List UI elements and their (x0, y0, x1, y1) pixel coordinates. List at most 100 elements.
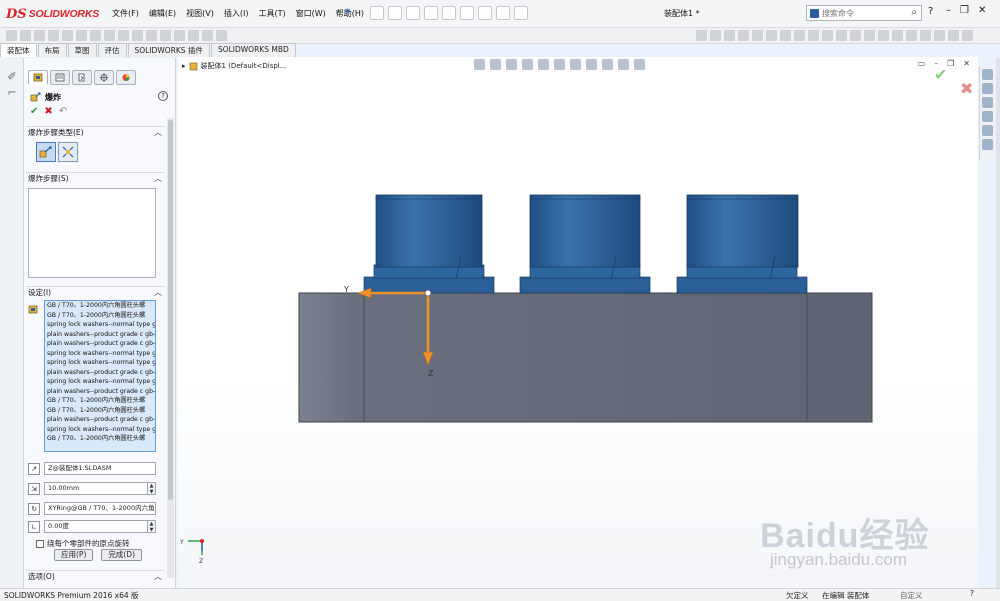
customize-icon[interactable] (962, 30, 973, 41)
explode-step-type-header[interactable]: 爆炸步骤类型(E) ︿ (26, 126, 164, 138)
pin-icon[interactable]: ✦ (344, 7, 352, 17)
collapse-caret-icon[interactable]: ︿ (154, 173, 162, 184)
list-item[interactable]: plain washers--product grade c gb- (45, 415, 155, 425)
explode-steps-list[interactable] (28, 188, 156, 278)
tab-dimxpert-manager[interactable] (94, 70, 114, 85)
property-manager-scrollbar[interactable] (167, 118, 174, 578)
assembly-features-icon[interactable] (104, 30, 115, 41)
bill-of-materials-icon[interactable] (146, 30, 157, 41)
close-icon[interactable]: ✕ (978, 5, 986, 16)
smart-fasteners-icon[interactable] (62, 30, 73, 41)
angle-stepper[interactable]: ▲ ▼ (148, 520, 156, 533)
rotate-view-icon[interactable] (836, 30, 847, 41)
linear-pattern-icon[interactable] (48, 30, 59, 41)
collapse-caret-icon[interactable]: ︿ (154, 571, 162, 582)
explode-distance-field[interactable]: 10.00mm (44, 482, 148, 495)
done-button[interactable]: 完成(D) (101, 549, 143, 561)
options-gear-icon[interactable] (514, 6, 528, 20)
cancel-button[interactable]: ✖ (44, 106, 52, 117)
right-scrollbar[interactable] (996, 58, 1000, 588)
clearance-icon[interactable] (920, 30, 931, 41)
section-view-icon[interactable] (780, 30, 791, 41)
tab-assembly[interactable]: 装配体 (0, 43, 37, 57)
settings-header[interactable]: 设定(I) ︿ (26, 286, 164, 298)
hole-alignment-icon[interactable] (934, 30, 945, 41)
mate-icon[interactable] (20, 30, 31, 41)
take-snapshot-icon[interactable] (202, 30, 213, 41)
apply-button[interactable]: 应用(P) (54, 549, 94, 561)
tab-configuration-manager[interactable] (72, 70, 92, 85)
zoom-to-fit-icon[interactable] (794, 30, 805, 41)
explode-direction-field[interactable]: Z@装配体1.SLDASM (44, 462, 156, 475)
new-document-icon[interactable] (370, 6, 384, 20)
selected-components-list[interactable]: GB / T70、1-2000内六角圆柱头螺 GB / T70、1-2000内六… (44, 300, 156, 452)
list-item[interactable]: spring lock washers--normal type g (45, 425, 155, 435)
insert-component-icon[interactable] (6, 30, 17, 41)
standard-views-icon[interactable] (864, 30, 875, 41)
tab-sketch[interactable]: 草图 (67, 43, 97, 57)
tab-solidworks-mbd[interactable]: SOLIDWORKS MBD (210, 43, 296, 57)
rebuild-icon[interactable] (478, 6, 492, 20)
list-item[interactable]: plain washers--product grade c gb- (45, 387, 155, 397)
status-help-icon[interactable]: ? (970, 589, 974, 598)
mass-properties-icon[interactable] (892, 30, 903, 41)
explode-steps-header[interactable]: 爆炸步骤(S) ︿ (26, 172, 164, 184)
options-header[interactable]: 选项(O) ︿ (26, 570, 164, 582)
hide-show-items-icon[interactable] (724, 30, 735, 41)
list-item[interactable]: GB / T70、1-2000内六角圆柱头螺 (45, 434, 155, 444)
new-motion-study-icon[interactable] (132, 30, 143, 41)
solidworks-resources-icon[interactable] (982, 69, 993, 80)
edit-appearance-icon[interactable] (738, 30, 749, 41)
pan-icon[interactable] (850, 30, 861, 41)
list-item[interactable]: GB / T70、1-2000内六角圆柱头螺 (45, 406, 155, 416)
base-block[interactable] (298, 292, 873, 423)
file-explorer-icon[interactable] (982, 97, 993, 108)
tab-property-manager[interactable] (50, 70, 70, 85)
view-palette-icon[interactable] (982, 111, 993, 122)
menu-file[interactable]: 文件(F) (112, 8, 139, 19)
menu-tools[interactable]: 工具(T) (258, 8, 285, 19)
exploded-view-icon[interactable] (160, 30, 171, 41)
apply-scene-icon[interactable] (752, 30, 763, 41)
regular-step-button[interactable] (36, 142, 56, 162)
tab-display-manager[interactable] (116, 70, 136, 85)
fastener-1[interactable] (363, 194, 495, 294)
zoom-area-icon[interactable] (808, 30, 819, 41)
list-item[interactable]: GB / T70、1-2000内六角圆柱头螺 (45, 396, 155, 406)
view-orientation-icon[interactable] (696, 30, 707, 41)
interference-detection-icon[interactable] (906, 30, 917, 41)
instant3d-icon[interactable] (174, 30, 185, 41)
open-icon[interactable] (388, 6, 402, 20)
app-logo[interactable]: DS SOLIDWORKS (6, 6, 99, 22)
move-component-icon[interactable] (76, 30, 87, 41)
scrollbar-thumb[interactable] (168, 120, 173, 500)
sensors-icon[interactable]: ⌐ (5, 86, 19, 100)
help-icon[interactable]: ? (158, 91, 168, 101)
status-custom-units[interactable]: 自定义 (900, 590, 923, 601)
view-settings-icon[interactable] (766, 30, 777, 41)
menu-edit[interactable]: 编辑(E) (149, 8, 176, 19)
minimize-icon[interactable]: – (946, 5, 951, 16)
save-icon[interactable] (406, 6, 420, 20)
fastener-3[interactable] (676, 194, 808, 294)
reference-geometry-icon[interactable] (118, 30, 129, 41)
search-scope-icon[interactable] (810, 8, 819, 18)
list-item[interactable]: plain washers--product grade c gb- (45, 339, 155, 349)
select-icon[interactable] (460, 6, 474, 20)
previous-view-icon[interactable] (822, 30, 833, 41)
collapse-caret-icon[interactable]: ︿ (154, 287, 162, 298)
menu-view[interactable]: 视图(V) (186, 8, 214, 19)
menu-insert[interactable]: 插入(I) (224, 8, 249, 19)
custom-properties-icon[interactable] (982, 139, 993, 150)
collapse-caret-icon[interactable]: ︿ (154, 127, 162, 138)
history-icon[interactable]: ✐ (5, 70, 19, 84)
list-item[interactable]: spring lock washers--normal type g (45, 358, 155, 368)
rotate-origin-checkbox[interactable] (36, 539, 44, 548)
list-item[interactable]: spring lock washers--normal type g (45, 320, 155, 330)
rotation-axis-icon[interactable]: ↻ (28, 502, 40, 515)
undo-button[interactable]: ↶ (59, 106, 67, 117)
distance-stepper[interactable]: ▲ ▼ (148, 482, 156, 495)
search-icon[interactable]: ⌕ (911, 7, 917, 18)
list-item[interactable]: GB / T70、1-2000内六角圆柱头螺 (45, 301, 155, 311)
component-preview-icon[interactable] (34, 30, 45, 41)
